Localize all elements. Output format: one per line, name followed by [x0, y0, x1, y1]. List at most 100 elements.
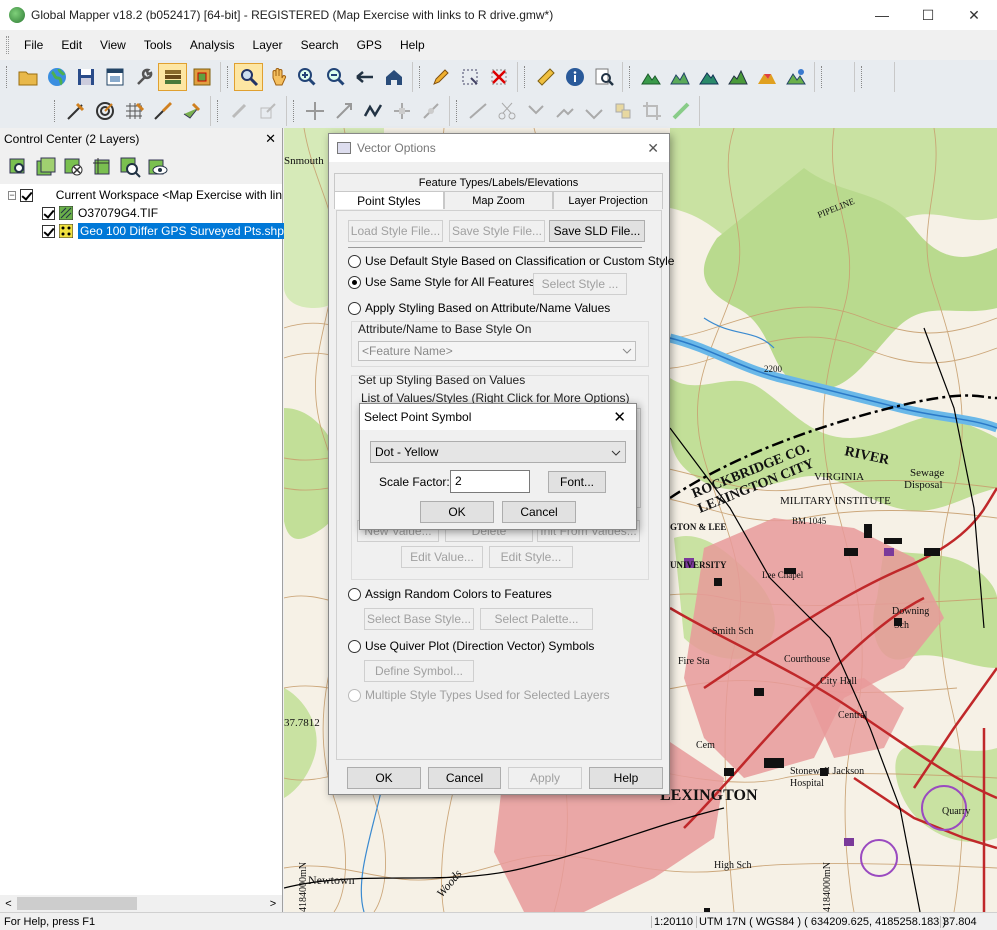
- control-center-icon[interactable]: [158, 63, 187, 91]
- menu-edit[interactable]: Edit: [52, 34, 91, 56]
- show-hide-layer-icon[interactable]: [146, 155, 170, 179]
- pencil-icon[interactable]: [426, 63, 455, 91]
- rotate-icon[interactable]: [329, 97, 358, 125]
- reshape-icon[interactable]: [358, 97, 387, 125]
- create-line-icon[interactable]: [61, 97, 90, 125]
- delete-x-icon[interactable]: [484, 63, 513, 91]
- add-vertex-icon[interactable]: [416, 97, 445, 125]
- split-line-icon[interactable]: [463, 97, 492, 125]
- crop-icon[interactable]: [637, 97, 666, 125]
- search-layer-icon[interactable]: [118, 155, 142, 179]
- symbol-select[interactable]: Dot - Yellow: [370, 441, 626, 463]
- menu-gps[interactable]: GPS: [348, 34, 391, 56]
- info-icon[interactable]: [560, 63, 589, 91]
- apply-button[interactable]: Apply: [508, 767, 582, 789]
- overview-map-icon[interactable]: [187, 63, 216, 91]
- disabled-draw-icon[interactable]: [253, 97, 282, 125]
- help-button[interactable]: Help: [589, 767, 663, 789]
- radio-quiver-plot[interactable]: Use Quiver Plot (Direction Vector) Symbo…: [348, 639, 594, 653]
- maximize-button[interactable]: ☐: [905, 0, 951, 30]
- home-icon[interactable]: [379, 63, 408, 91]
- edit-feature-icon[interactable]: [177, 97, 206, 125]
- config-icon[interactable]: [100, 63, 129, 91]
- grid-icon[interactable]: [119, 97, 148, 125]
- save-style-button[interactable]: Save Style File...: [449, 220, 545, 242]
- attribute-combo[interactable]: <Feature Name>: [358, 341, 636, 361]
- layer-row[interactable]: O37079G4.TIF: [0, 204, 282, 222]
- menubar-grip[interactable]: [6, 36, 9, 54]
- menu-layer[interactable]: Layer: [244, 34, 292, 56]
- save-icon[interactable]: [71, 63, 100, 91]
- menu-file[interactable]: File: [15, 34, 52, 56]
- radio-default-style[interactable]: Use Default Style Based on Classificatio…: [348, 254, 674, 268]
- load-style-button[interactable]: Load Style File...: [348, 220, 443, 242]
- pan-hand-icon[interactable]: [263, 63, 292, 91]
- zoom-in-icon[interactable]: [292, 63, 321, 91]
- edit-style-button[interactable]: Edit Style...: [489, 546, 573, 568]
- radio-multiple-styles[interactable]: Multiple Style Types Used for Selected L…: [348, 688, 610, 702]
- radio-attribute-style[interactable]: Apply Styling Based on Attribute/Name Va…: [348, 301, 610, 315]
- collapse-icon[interactable]: −: [8, 190, 16, 200]
- wrench-icon[interactable]: [129, 63, 158, 91]
- symbol-cancel-button[interactable]: Cancel: [502, 501, 576, 523]
- layer-checkbox[interactable]: [42, 206, 55, 220]
- minimize-button[interactable]: —: [859, 0, 905, 30]
- workspace-checkbox[interactable]: [19, 188, 33, 202]
- range-ring-icon[interactable]: [90, 97, 119, 125]
- menu-analysis[interactable]: Analysis: [181, 34, 244, 56]
- select-area-icon[interactable]: [455, 63, 484, 91]
- select-style-button[interactable]: Select Style ...: [533, 273, 627, 295]
- move-vertex-icon[interactable]: [387, 97, 416, 125]
- terrain-icon[interactable]: [636, 63, 665, 91]
- globe-icon[interactable]: [42, 63, 71, 91]
- terrain-3d-icon[interactable]: [723, 63, 752, 91]
- radio-random-colors[interactable]: Assign Random Colors to Features: [348, 587, 552, 601]
- scroll-left-icon[interactable]: <: [0, 898, 17, 910]
- line-style-icon[interactable]: [666, 97, 695, 125]
- terrain-shade-icon[interactable]: [665, 63, 694, 91]
- join-icon[interactable]: [521, 97, 550, 125]
- close-layer-icon[interactable]: [62, 155, 86, 179]
- tab-point-styles[interactable]: Point Styles: [334, 191, 444, 209]
- workspace-row[interactable]: − Current Workspace <Map Exercise with l…: [0, 186, 282, 204]
- menu-tools[interactable]: Tools: [135, 34, 181, 56]
- disabled-edit-icon[interactable]: [224, 97, 253, 125]
- menu-search[interactable]: Search: [292, 34, 348, 56]
- terrain-user-icon[interactable]: [781, 63, 810, 91]
- connect-icon[interactable]: [550, 97, 579, 125]
- close-button[interactable]: ✕: [951, 0, 997, 30]
- select-point-symbol-close-icon[interactable]: ✕: [613, 408, 626, 426]
- scroll-right-icon[interactable]: >: [266, 898, 280, 910]
- search-features-icon[interactable]: [589, 63, 618, 91]
- font-button[interactable]: Font...: [548, 471, 606, 493]
- zoom-tool-icon[interactable]: [234, 63, 263, 91]
- back-arrow-icon[interactable]: [350, 63, 379, 91]
- menu-view[interactable]: View: [91, 34, 135, 56]
- move-icon[interactable]: [300, 97, 329, 125]
- zoom-to-layer-icon[interactable]: [6, 155, 30, 179]
- edit-vertex-icon[interactable]: [148, 97, 177, 125]
- scale-factor-input[interactable]: 2: [450, 470, 530, 493]
- horizontal-scrollbar[interactable]: < >: [0, 895, 282, 912]
- symbol-ok-button[interactable]: OK: [420, 501, 494, 523]
- tab-layer-projection[interactable]: Layer Projection: [553, 191, 664, 209]
- vector-options-close-icon[interactable]: ✕: [647, 140, 659, 157]
- tab-feature-types[interactable]: Feature Types/Labels/Elevations: [334, 173, 663, 191]
- scroll-thumb[interactable]: [17, 897, 137, 910]
- zoom-out-icon[interactable]: [321, 63, 350, 91]
- layer-options-icon[interactable]: [34, 155, 58, 179]
- terrain-view-icon[interactable]: [694, 63, 723, 91]
- define-symbol-button[interactable]: Define Symbol...: [364, 660, 474, 682]
- cancel-button[interactable]: Cancel: [428, 767, 501, 789]
- edit-value-button[interactable]: Edit Value...: [401, 546, 483, 568]
- save-sld-button[interactable]: Save SLD File...: [549, 220, 645, 242]
- terrain-colors-icon[interactable]: [752, 63, 781, 91]
- radio-same-style[interactable]: Use Same Style for All Features: [348, 275, 535, 289]
- layer-row-selected[interactable]: Geo 100 Differ GPS Surveyed Pts.shp [7: [0, 222, 300, 240]
- select-palette-button[interactable]: Select Palette...: [480, 608, 593, 630]
- select-base-style-button[interactable]: Select Base Style...: [364, 608, 474, 630]
- shapes-icon[interactable]: [608, 97, 637, 125]
- snap-icon[interactable]: [579, 97, 608, 125]
- menu-help[interactable]: Help: [391, 34, 434, 56]
- layer-checkbox[interactable]: [42, 224, 55, 238]
